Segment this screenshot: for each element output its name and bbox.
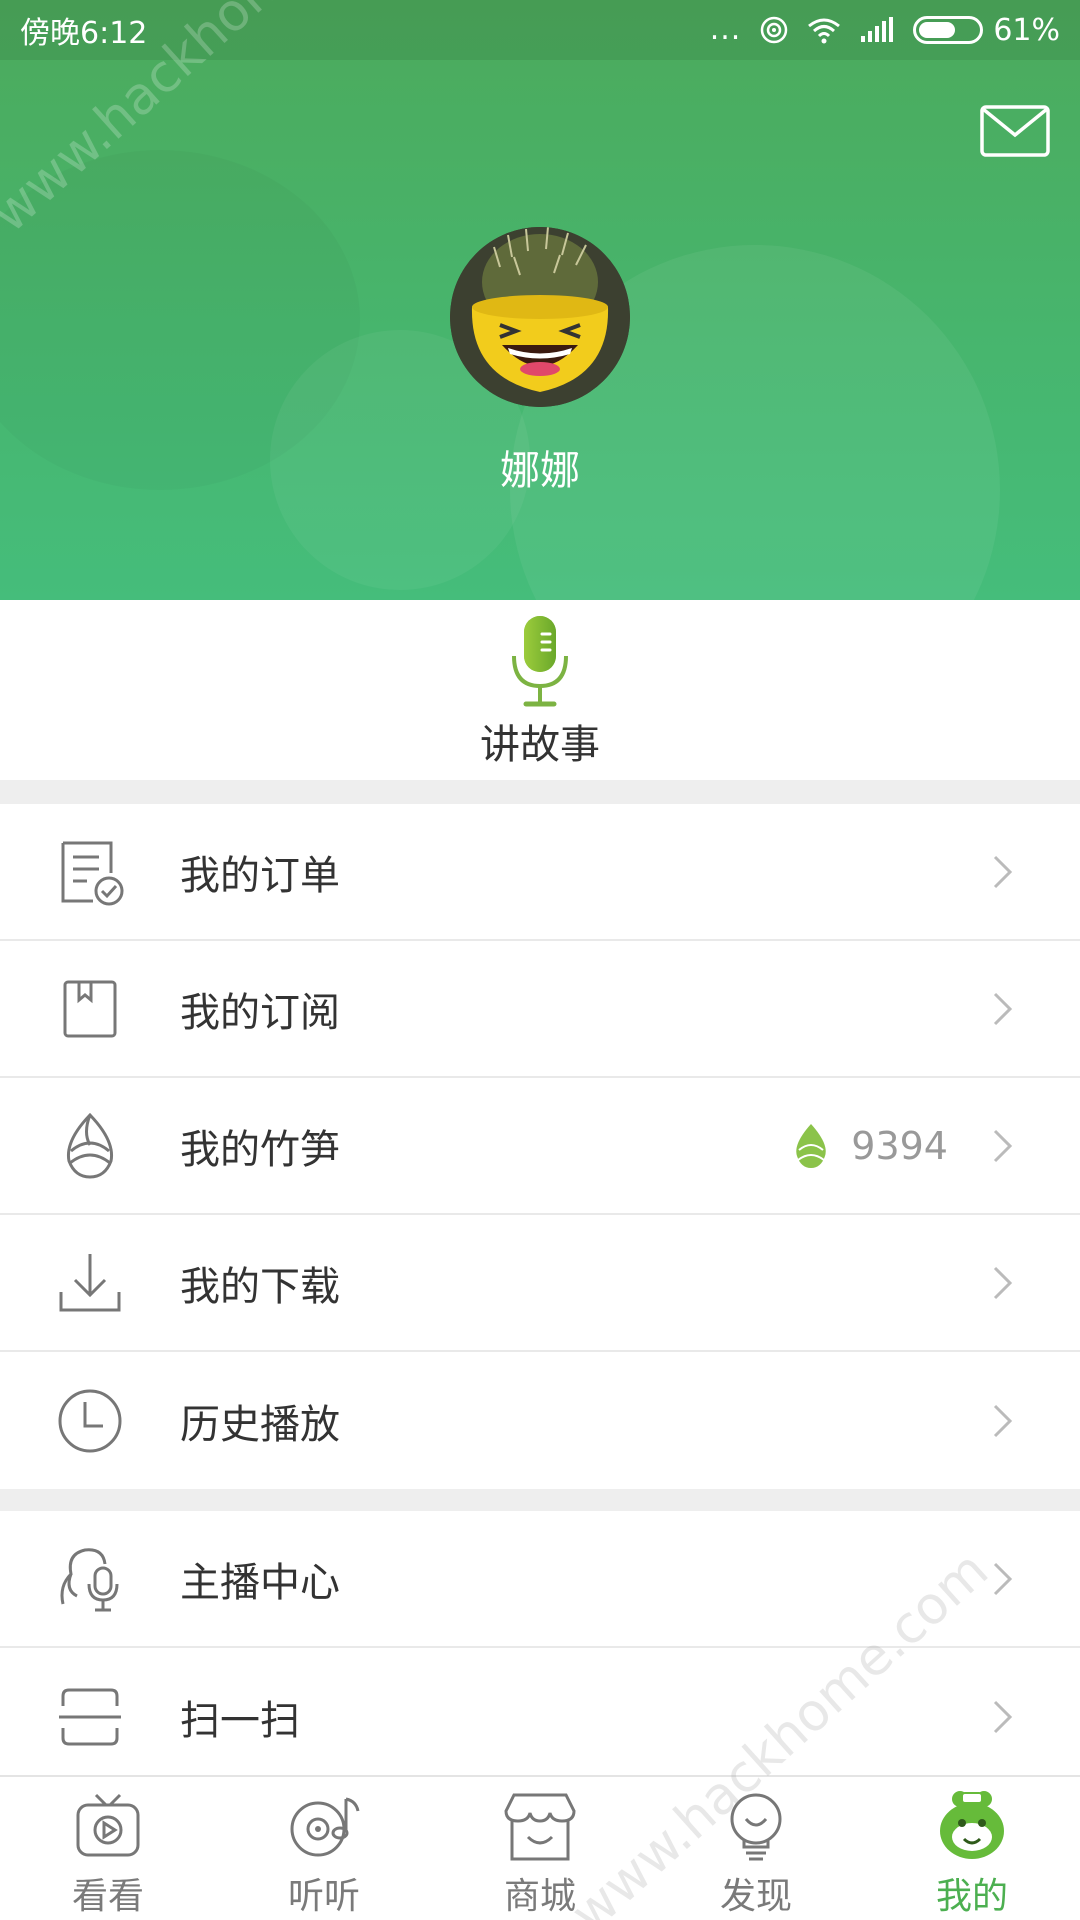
shop-icon — [504, 1793, 576, 1861]
nav-label: 看看 — [71, 1876, 144, 1917]
nav-label: 听听 — [287, 1876, 360, 1917]
menu-label: 我的竹笋 — [180, 1126, 340, 1173]
menu-item-anchor-center[interactable]: 主播中心 — [0, 1511, 1080, 1648]
chevron-right-icon — [993, 992, 1013, 1025]
nav-tab-shop[interactable]: 商城 — [432, 1777, 648, 1920]
menu-item-downloads[interactable]: 我的下载 — [0, 1215, 1080, 1352]
bamboo-shoot-icon — [66, 1112, 114, 1179]
chevron-right-icon — [993, 1562, 1013, 1595]
nav-label: 我的 — [935, 1876, 1008, 1917]
avatar-image — [450, 227, 630, 407]
menu-group-tools: 主播中心 扫一扫 — [0, 1511, 1080, 1785]
avatar[interactable] — [450, 227, 630, 407]
hotspot-icon — [761, 16, 788, 44]
battery-level — [919, 22, 955, 38]
storytelling-button[interactable]: 讲故事 — [0, 600, 1080, 780]
microphone-icon — [512, 616, 568, 707]
nav-tab-listen[interactable]: 听听 — [216, 1777, 432, 1920]
wifi-icon — [808, 18, 841, 44]
more-notifications-icon: ... — [709, 12, 742, 47]
chevron-right-icon — [993, 1404, 1013, 1437]
menu-label: 扫一扫 — [180, 1697, 300, 1744]
menu-label: 我的下载 — [180, 1263, 340, 1310]
bookmark-book-icon — [63, 980, 117, 1037]
menu-label: 历史播放 — [180, 1401, 340, 1448]
battery-icon — [913, 16, 984, 44]
username[interactable]: 娜娜 — [0, 438, 1080, 496]
profile-header: 傍晚6:12 ... 61% 娜娜 — [0, 0, 1080, 600]
nav-label: 商城 — [503, 1876, 576, 1917]
battery-percent: 61% — [993, 12, 1060, 48]
nav-tab-discover[interactable]: 发现 — [648, 1777, 864, 1920]
menu-item-scan[interactable]: 扫一扫 — [0, 1648, 1080, 1785]
nav-tab-watch[interactable]: 看看 — [0, 1777, 216, 1920]
scan-icon — [59, 1688, 121, 1745]
order-list-icon — [61, 841, 124, 905]
menu-item-bamboo-shoots[interactable]: 我的竹笋 9394 — [0, 1078, 1080, 1215]
mail-icon[interactable] — [980, 105, 1050, 157]
bamboo-count: 9394 — [851, 1123, 948, 1168]
bottom-navigation: 看看 听听 商城 发现 我的 — [0, 1775, 1080, 1920]
mascot-active-icon — [940, 1791, 1004, 1859]
menu-item-orders[interactable]: 我的订单 — [0, 804, 1080, 941]
green-leaf-icon — [796, 1123, 827, 1168]
battery-indicator: 61% — [913, 13, 1060, 48]
nav-tab-mine[interactable]: 我的 — [864, 1777, 1080, 1920]
menu-label: 主播中心 — [180, 1559, 340, 1606]
section-divider — [0, 780, 1080, 804]
status-icons: ... 61% — [710, 13, 1060, 48]
menu-item-subscriptions[interactable]: 我的订阅 — [0, 941, 1080, 1078]
lightbulb-icon — [730, 1793, 782, 1861]
menu-group-account: 我的订单 我的订阅 我的竹笋 9394 我的下载 历史播放 — [0, 804, 1080, 1489]
menu-label: 我的订阅 — [180, 989, 340, 1036]
menu-label: 我的订单 — [180, 852, 340, 899]
music-record-icon — [290, 1797, 360, 1857]
clock-icon — [58, 1389, 122, 1452]
menu-item-history[interactable]: 历史播放 — [0, 1352, 1080, 1489]
storytelling-label: 讲故事 — [480, 722, 600, 768]
section-divider — [0, 1489, 1080, 1511]
status-time: 傍晚6:12 — [20, 16, 148, 51]
chevron-right-icon — [993, 1266, 1013, 1299]
chevron-right-icon — [993, 1700, 1013, 1733]
bamboo-balance: 9394 — [791, 1122, 948, 1170]
status-bar: 傍晚6:12 ... 61% — [0, 0, 1080, 60]
tv-icon — [76, 1793, 140, 1857]
chevron-right-icon — [993, 855, 1013, 888]
anchor-microphone-icon — [60, 1547, 119, 1611]
download-icon — [59, 1253, 121, 1311]
nav-label: 发现 — [719, 1876, 792, 1917]
chevron-right-icon — [993, 1129, 1013, 1162]
signal-icon — [861, 17, 894, 42]
